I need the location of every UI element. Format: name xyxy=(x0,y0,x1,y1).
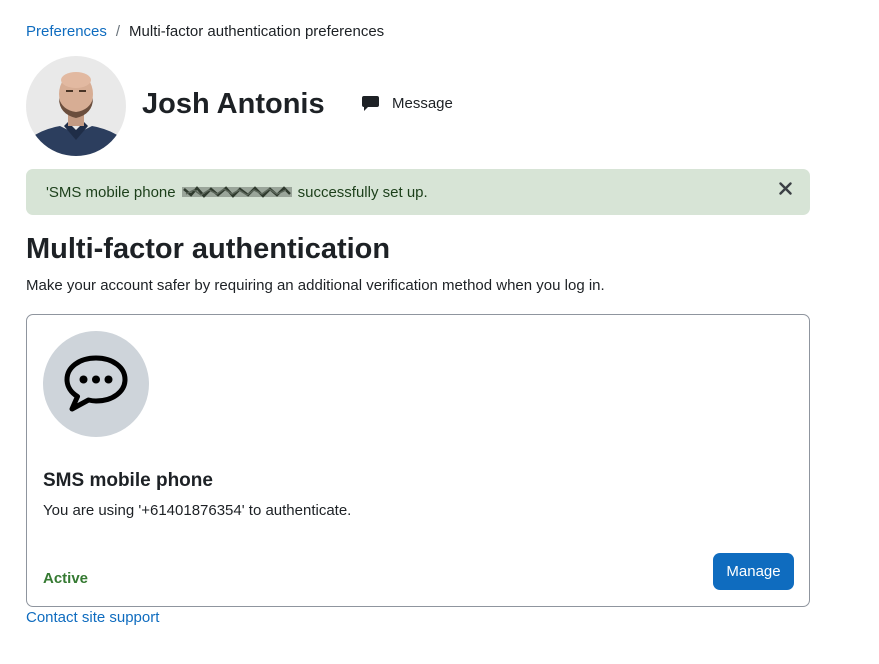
alert-text-after: successfully set up. xyxy=(297,183,428,201)
avatar[interactable] xyxy=(26,56,126,156)
factor-card: SMS mobile phone You are using '+6140187… xyxy=(26,314,810,607)
manage-button[interactable]: Manage xyxy=(713,553,794,590)
contact-support-link[interactable]: Contact site support xyxy=(26,609,159,626)
factor-icon-circle xyxy=(43,331,149,437)
success-alert: 'SMS mobile phone successfully set up. xyxy=(26,169,810,215)
redacted-phone-number xyxy=(181,185,292,199)
user-photo xyxy=(26,56,126,156)
user-name: Josh Antonis xyxy=(142,88,325,120)
message-label: Message xyxy=(392,95,453,112)
factor-description: You are using '+61401876354' to authenti… xyxy=(43,502,352,519)
alert-text-before: 'SMS mobile phone xyxy=(46,183,176,201)
breadcrumb-current: Multi-factor authentication preferences xyxy=(129,23,385,40)
factor-name: SMS mobile phone xyxy=(43,470,213,491)
message-button[interactable]: Message xyxy=(362,95,453,112)
breadcrumb-preferences-link[interactable]: Preferences xyxy=(26,23,107,40)
page-title: Multi-factor authentication xyxy=(26,233,391,265)
message-icon xyxy=(362,96,379,111)
chat-bubble-dots-icon xyxy=(64,355,128,412)
breadcrumb-separator: / xyxy=(115,23,121,40)
breadcrumb: Preferences / Multi-factor authenticatio… xyxy=(26,23,384,40)
page-intro: Make your account safer by requiring an … xyxy=(26,277,605,294)
close-icon[interactable] xyxy=(779,182,792,199)
status-badge: Active xyxy=(43,570,89,587)
